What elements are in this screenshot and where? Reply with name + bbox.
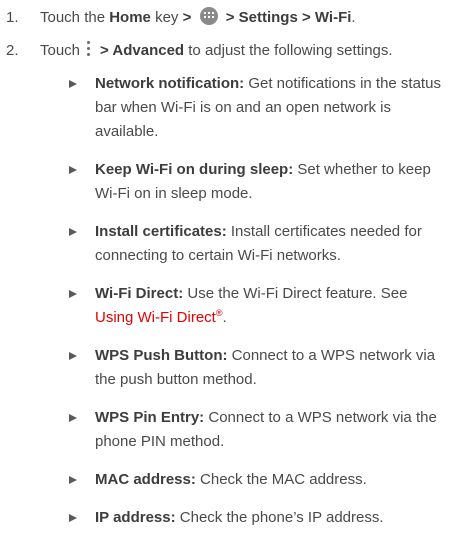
step-number: 2.	[6, 42, 19, 59]
option-desc: Check the MAC address.	[195, 471, 367, 488]
list-item: WPS Pin Entry: Connect to a WPS network …	[69, 406, 447, 454]
triangle-bullet-icon	[69, 514, 77, 522]
option-term: IP address:	[95, 509, 176, 526]
triangle-bullet-icon	[69, 80, 77, 88]
triangle-bullet-icon	[69, 352, 77, 360]
option-term: WPS Push Button:	[95, 347, 228, 364]
triangle-bullet-icon	[69, 476, 77, 484]
list-item: Keep Wi-Fi on during sleep: Set whether …	[69, 158, 447, 206]
option-desc: Check the phone’s IP address.	[175, 509, 384, 526]
option-term: MAC address:	[95, 471, 196, 488]
advanced-path: > Advanced	[100, 42, 185, 59]
apps-grid-icon	[199, 7, 218, 25]
list-item: Network notification: Get notifications …	[69, 72, 447, 144]
list-item: WPS Push Button: Connect to a WPS networ…	[69, 344, 447, 392]
home-key-label: Home	[109, 9, 151, 26]
list-item: Install certificates: Install certificat…	[69, 220, 447, 268]
step-1: 1. Touch the Home key > > Settings > Wi-…	[6, 6, 446, 30]
list-item: IP address: Check the phone’s IP address…	[69, 506, 447, 530]
option-term: WPS Pin Entry:	[95, 409, 205, 426]
option-term: Network notification:	[95, 75, 245, 92]
step-text: Touch the Home key > > Settings > Wi-Fi.	[40, 7, 356, 26]
settings-list: Network notification: Get notifications …	[69, 72, 447, 544]
triangle-bullet-icon	[69, 414, 77, 422]
list-item: MAC address: Check the MAC address.	[69, 468, 447, 492]
option-term: Wi-Fi Direct:	[95, 285, 184, 302]
settings-path: > Settings > Wi-Fi	[225, 9, 352, 26]
option-term: Install certificates:	[95, 223, 227, 240]
option-term: Keep Wi-Fi on during sleep:	[95, 161, 294, 178]
overflow-menu-icon	[86, 40, 92, 58]
step-number: 1.	[6, 9, 19, 26]
triangle-bullet-icon	[69, 290, 77, 298]
triangle-bullet-icon	[69, 228, 77, 236]
list-item: Wi-Fi Direct: Use the Wi-Fi Direct featu…	[69, 282, 447, 330]
document-page: 1. Touch the Home key > > Settings > Wi-…	[0, 0, 455, 526]
using-wifi-direct-link[interactable]: Using Wi-Fi Direct®	[95, 309, 222, 327]
step-text: Touch > Advanced to adjust the following …	[40, 40, 393, 59]
step-2: 2. Touch > Advanced to adjust the followi…	[6, 39, 446, 63]
triangle-bullet-icon	[69, 166, 77, 174]
option-desc: Use the Wi-Fi Direct feature. See	[183, 285, 408, 302]
